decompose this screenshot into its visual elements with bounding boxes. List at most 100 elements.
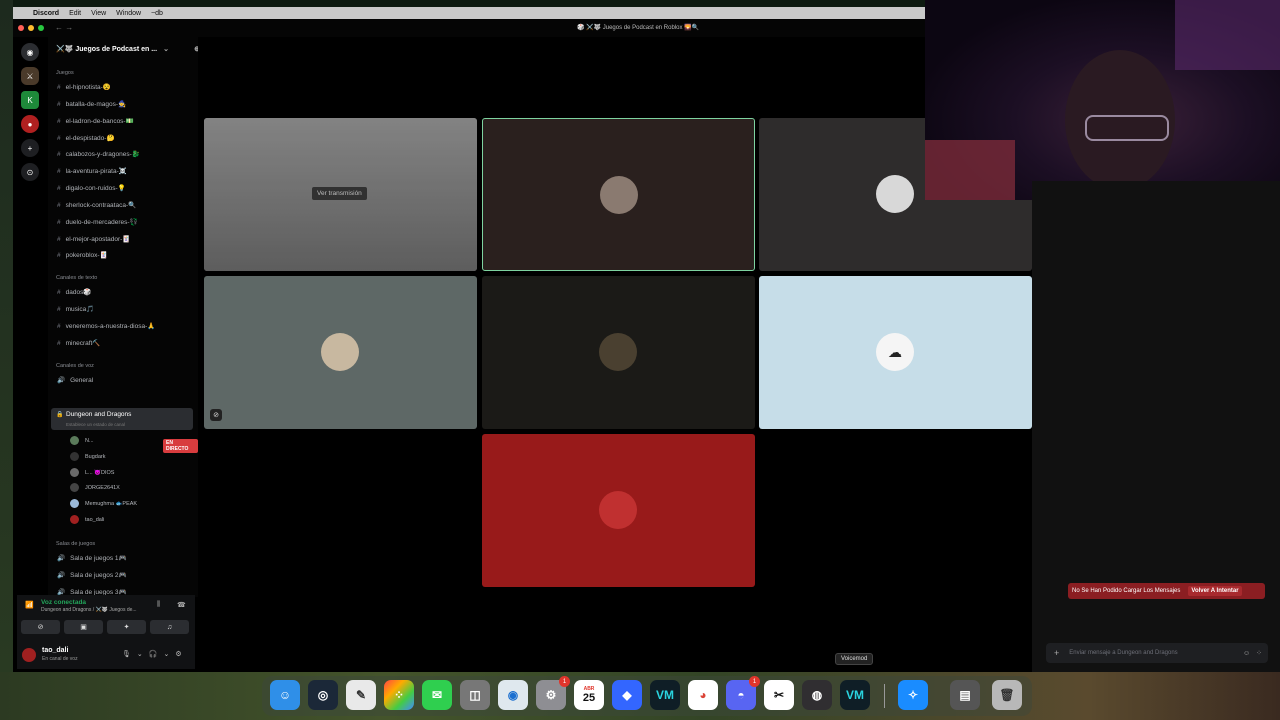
channel-juegos-10[interactable]: # pokeroblox-🃏 bbox=[57, 251, 108, 259]
dock-separator bbox=[884, 684, 885, 708]
menu-view[interactable]: View bbox=[91, 10, 106, 17]
channel-juegos-9[interactable]: # el-mejor-apostador-🃏 bbox=[57, 235, 130, 243]
voice-connected-subtitle[interactable]: Dungeon and Dragons / ⚔️🐺 Juegos de... bbox=[41, 607, 137, 613]
participant-tile[interactable]: ⊘ bbox=[204, 276, 477, 429]
menu-extra[interactable]: ~db bbox=[151, 10, 163, 17]
microphone-icon[interactable]: 🎙 bbox=[122, 650, 131, 658]
disconnect-icon[interactable]: ☎ bbox=[177, 601, 186, 609]
channel-voz-general[interactable]: 🔊 General bbox=[57, 376, 93, 384]
participant-tile[interactable] bbox=[482, 434, 755, 587]
discover-icon[interactable]: ⊙ bbox=[21, 163, 39, 181]
participant-tile-speaking[interactable] bbox=[482, 118, 755, 271]
channel-juegos-3[interactable]: # el-despistado-🤔 bbox=[57, 134, 115, 142]
voice-panel-buttons: ⊘ ▣ ✦ ♫ bbox=[21, 620, 189, 634]
channel-active-label: Dungeon and Dragons bbox=[66, 411, 132, 418]
launchpad-icon[interactable]: ⁘ bbox=[384, 680, 414, 710]
voice-user-3[interactable]: JORGE2641X bbox=[70, 483, 120, 492]
channel-juegos-2[interactable]: # el-ladron-de-bancos-💵 bbox=[57, 117, 134, 125]
obs-icon[interactable]: ◍ bbox=[802, 680, 832, 710]
category-juegos[interactable]: Juegos bbox=[56, 70, 74, 76]
menu-app-name[interactable]: Discord bbox=[33, 10, 59, 17]
minimize-icon[interactable] bbox=[28, 25, 34, 31]
participant-tile[interactable] bbox=[482, 276, 755, 429]
user-name[interactable]: tao_dali bbox=[42, 647, 68, 654]
soundboard-button[interactable]: ♫ bbox=[150, 620, 189, 634]
close-icon[interactable] bbox=[18, 25, 24, 31]
screen-share-button[interactable]: ▣ bbox=[64, 620, 103, 634]
gear-icon[interactable]: ⚙ bbox=[175, 650, 181, 658]
voice-user-1[interactable]: Bugdark bbox=[70, 452, 106, 461]
camera-off-button[interactable]: ⊘ bbox=[21, 620, 60, 634]
avatar bbox=[70, 436, 79, 445]
activities-button[interactable]: ✦ bbox=[107, 620, 146, 634]
capcut-icon[interactable]: ✂ bbox=[764, 680, 794, 710]
participant-tile[interactable]: ☁ bbox=[759, 276, 1032, 429]
channel-juegos-5[interactable]: # la-aventura-pirata-☠️ bbox=[57, 167, 127, 175]
server-icon-red[interactable]: ● bbox=[21, 115, 39, 133]
channel-texto-1[interactable]: # musica🎵 bbox=[57, 305, 94, 313]
chevron-down-icon[interactable]: ⌄ bbox=[163, 650, 169, 658]
discord-badge: 1 bbox=[749, 676, 760, 687]
headphones-icon[interactable]: 🎧 bbox=[149, 650, 158, 658]
channel-texto-3[interactable]: # minecraft⛏️ bbox=[57, 339, 100, 347]
voice-user-4[interactable]: Memughma 🐟PEAK bbox=[70, 499, 137, 508]
channel-status-label[interactable]: Establece un estado de canal bbox=[66, 422, 125, 427]
avatar bbox=[70, 452, 79, 461]
channel-juegos-8[interactable]: # duelo-de-mercaderes-💱 bbox=[57, 218, 138, 226]
category-texto[interactable]: Canales de texto bbox=[56, 275, 97, 281]
messages-icon[interactable]: ✉ bbox=[422, 680, 452, 710]
server-header[interactable]: ⚔️🐺 Juegos de Podcast en ... ⌄ ⊕ bbox=[56, 43, 200, 55]
voice-user-5[interactable]: tao_dali bbox=[70, 515, 104, 524]
voicemod-icon[interactable]: VM bbox=[650, 680, 680, 710]
message-input[interactable]: + Enviar mensaje a Dungeon and Dragons ☺… bbox=[1046, 643, 1268, 663]
channel-voz-active[interactable]: 🔒 Dungeon and Dragons Establece un estad… bbox=[51, 408, 193, 430]
steam-icon[interactable]: ◎ bbox=[308, 680, 338, 710]
channel-juegos-7[interactable]: # sherlock-contraataca-🔍 bbox=[57, 201, 136, 209]
server-icon-green[interactable]: K bbox=[21, 91, 39, 109]
channel-juegos-1[interactable]: # batalla-de-magos-🧙 bbox=[57, 100, 126, 108]
menu-window[interactable]: Window bbox=[116, 10, 141, 17]
category-voz[interactable]: Canales de voz bbox=[56, 363, 94, 369]
voice-connected-title[interactable]: Voz conectada bbox=[41, 599, 86, 606]
signal-icon[interactable]: 📶 bbox=[25, 601, 34, 609]
channel-texto-2[interactable]: # veneremos-a-nuestra-diosa-🙏 bbox=[57, 322, 155, 330]
channel-sala-0[interactable]: 🔊 Sala de juegos 1🎮 bbox=[57, 554, 127, 562]
safari-icon[interactable]: ✧ bbox=[898, 680, 928, 710]
channel-juegos-4[interactable]: # calabozos-y-dragones-🐉 bbox=[57, 150, 140, 158]
back-arrow-icon[interactable]: ← → bbox=[55, 23, 73, 32]
finder-icon[interactable]: ☺ bbox=[270, 680, 300, 710]
roblox-icon[interactable]: ◆ bbox=[612, 680, 642, 710]
chat-panel: No Se Han Podido Cargar Los Mensajes Vol… bbox=[1032, 181, 1280, 672]
voicemod-icon[interactable]: VM bbox=[840, 680, 870, 710]
plus-icon[interactable]: + bbox=[1054, 648, 1059, 658]
channel-texto-0[interactable]: # dados🎲 bbox=[57, 288, 91, 296]
server-icon-podcast[interactable]: ⚔ bbox=[21, 67, 39, 85]
apps-icon[interactable]: ⁘ bbox=[1256, 649, 1262, 657]
noise-suppression-icon[interactable]: ⫼ bbox=[157, 601, 160, 609]
discord-home-icon[interactable]: ◉ bbox=[21, 43, 39, 61]
voice-user-2[interactable]: L... 😈DIOS bbox=[70, 468, 114, 477]
category-salas[interactable]: Salas de juegos bbox=[56, 541, 95, 547]
menu-edit[interactable]: Edit bbox=[69, 10, 81, 17]
channel-juegos-6[interactable]: # digalo-con-ruidos-💡 bbox=[57, 184, 126, 192]
screenshot-icon[interactable]: ◫ bbox=[460, 680, 490, 710]
muted-icon: ⊘ bbox=[210, 409, 222, 421]
chrome-icon[interactable]: ◕ bbox=[688, 680, 718, 710]
voice-user-0[interactable]: N... bbox=[70, 436, 94, 445]
retry-button[interactable]: Volver A Intentar bbox=[1188, 586, 1242, 596]
channel-sala-1[interactable]: 🔊 Sala de juegos 2🎮 bbox=[57, 571, 127, 579]
stream-tile[interactable]: Ver transmisión bbox=[204, 118, 477, 271]
user-avatar[interactable] bbox=[22, 648, 36, 662]
channel-juegos-0[interactable]: # el-hipnotista-😵 bbox=[57, 83, 111, 91]
chevron-down-icon[interactable]: ⌄ bbox=[137, 650, 143, 658]
preview-icon[interactable]: ◉ bbox=[498, 680, 528, 710]
notes-icon[interactable]: ✎ bbox=[346, 680, 376, 710]
emoji-icon[interactable]: ☺ bbox=[1243, 650, 1250, 657]
watch-stream-button[interactable]: Ver transmisión bbox=[312, 187, 367, 200]
trash-icon[interactable]: 🗑 bbox=[992, 680, 1022, 710]
add-server-icon[interactable]: + bbox=[21, 139, 39, 157]
maximize-icon[interactable] bbox=[38, 25, 44, 31]
calendar-day: 25 bbox=[582, 692, 596, 704]
downloads-icon[interactable]: ▤ bbox=[950, 680, 980, 710]
calendar-icon[interactable]: ABR 25 bbox=[574, 680, 604, 710]
